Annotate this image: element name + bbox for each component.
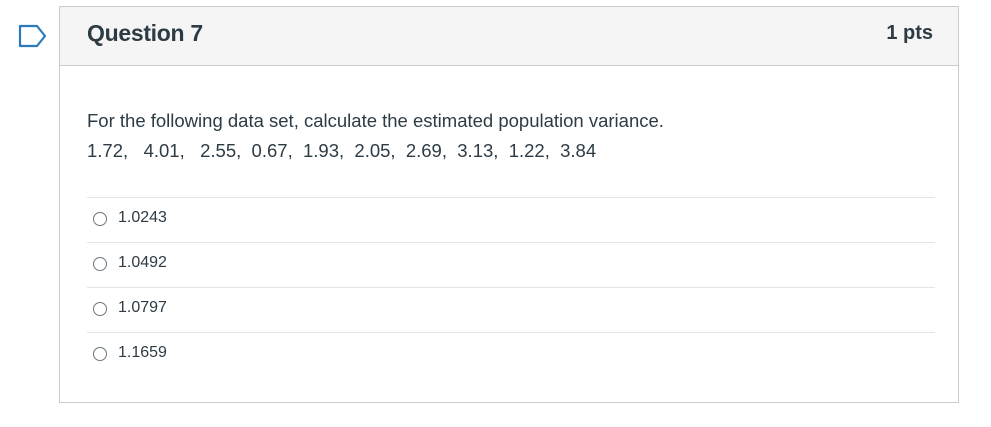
answer-option[interactable]: 1.1659 [87, 333, 935, 378]
answer-label[interactable]: 1.0243 [118, 209, 167, 227]
radio-button[interactable] [93, 302, 107, 316]
answer-label[interactable]: 1.1659 [118, 344, 167, 362]
radio-button[interactable] [93, 347, 107, 361]
question-data-set: 1.72, 4.01, 2.55, 0.67, 1.93, 2.05, 2.69… [87, 140, 597, 161]
answer-option[interactable]: 1.0797 [87, 288, 935, 333]
answer-list: 1.0243 1.0492 1.0797 1.1659 [87, 197, 935, 378]
question-title: Question 7 [87, 20, 203, 46]
answer-option[interactable]: 1.0492 [87, 243, 935, 288]
radio-button[interactable] [93, 257, 107, 271]
radio-button[interactable] [93, 212, 107, 226]
answer-label[interactable]: 1.0492 [118, 254, 167, 272]
answer-option[interactable]: 1.0243 [87, 198, 935, 243]
question-card: Question 7 1 pts For the following data … [59, 6, 959, 403]
question-text: For the following data set, calculate th… [87, 106, 927, 166]
question-header: Question 7 1 pts [60, 7, 958, 66]
quiz-page: Question 7 1 pts For the following data … [0, 0, 991, 427]
question-points: 1 pts [886, 22, 933, 44]
answer-label[interactable]: 1.0797 [118, 299, 167, 317]
flag-question-icon[interactable] [18, 24, 48, 48]
question-prompt: For the following data set, calculate th… [87, 110, 664, 131]
